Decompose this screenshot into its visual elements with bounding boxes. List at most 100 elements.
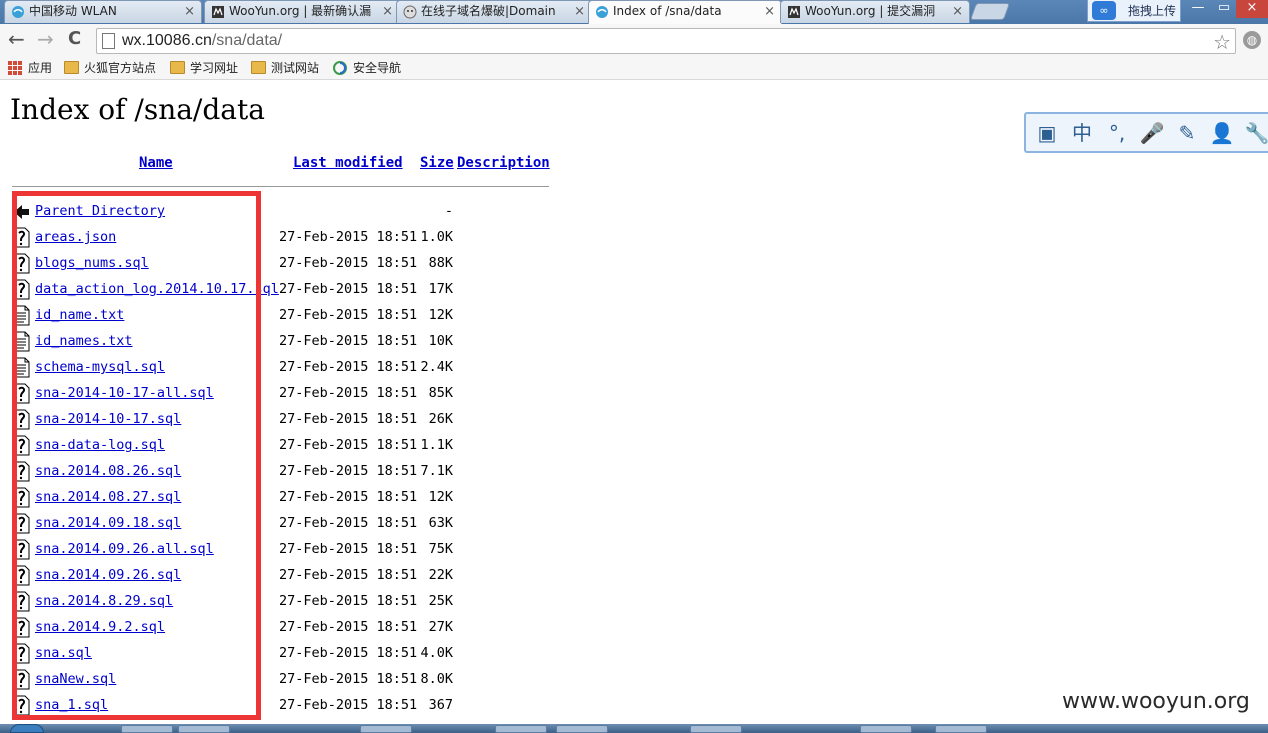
file-size: 7.1K [420, 463, 453, 479]
header-divider [12, 186, 549, 187]
folder-icon [251, 61, 266, 74]
tab-strip: 中国移动 WLAN × WooYun.org | 最新确认漏 × 在线子域名爆破… [0, 0, 1268, 24]
browser-toolbar: ← → C wx.10086.cn/sna/data/ ☆ ◍ [0, 24, 1268, 56]
file-size: 4.0K [420, 645, 453, 661]
bookmark-test-sites[interactable]: 测试网站 [251, 60, 319, 76]
cmcc-favicon-icon [595, 5, 609, 19]
taskbar-item[interactable] [860, 725, 912, 733]
tab-title: 中国移动 WLAN [29, 4, 117, 18]
bookmark-label: 安全导航 [353, 61, 402, 75]
wooyun-favicon-icon [211, 5, 225, 19]
start-button[interactable] [10, 724, 44, 733]
cmcc-favicon-icon [11, 5, 25, 19]
ime-toolbar: ▣ 中 °, 🎤 ✎ 👤 🔧 [1024, 112, 1268, 153]
file-size: 17K [428, 281, 453, 297]
bookmark-label: 学习网址 [190, 61, 239, 75]
tab-cmcc-wlan[interactable]: 中国移动 WLAN × [4, 0, 202, 23]
file-size: 75K [428, 541, 453, 557]
tools-icon[interactable]: 🔧 [1244, 120, 1268, 146]
file-size: - [444, 203, 453, 219]
bookmark-firefox-sites[interactable]: 火狐官方站点 [64, 60, 156, 76]
file-date: 27-Feb-2015 18:51 [279, 645, 418, 661]
taskbar-item[interactable] [690, 725, 742, 733]
column-header-name[interactable]: Name [139, 155, 173, 171]
file-date: 27-Feb-2015 18:51 [279, 593, 418, 609]
column-header-size[interactable]: Size [420, 155, 454, 171]
bookmark-study-sites[interactable]: 学习网址 [170, 60, 238, 76]
file-date: 27-Feb-2015 18:51 [279, 385, 418, 401]
page-title: Index of /sna/data [10, 93, 265, 126]
file-date: 27-Feb-2015 18:51 [279, 411, 418, 427]
taskbar-item[interactable] [360, 725, 412, 733]
file-size: 85K [428, 385, 453, 401]
file-date: 27-Feb-2015 18:51 [279, 255, 418, 271]
url-path: /sna/data/ [211, 32, 283, 49]
user-icon[interactable]: 👤 [1209, 120, 1235, 146]
cloud-upload-label: 拖拽上传 [1128, 4, 1177, 18]
file-date: 27-Feb-2015 18:51 [279, 671, 418, 687]
tab-title: WooYun.org | 提交漏洞 [805, 4, 936, 18]
swirl-icon [333, 61, 348, 75]
tab-title: WooYun.org | 最新确认漏 [229, 4, 372, 18]
bookmark-apps[interactable]: 应用 [8, 60, 52, 76]
bookmark-star-icon[interactable]: ☆ [1213, 30, 1231, 54]
file-size: 8.0K [420, 671, 453, 687]
tab-title: Index of /sna/data [613, 4, 722, 18]
file-size: 25K [428, 593, 453, 609]
tab-wooyun-confirmed[interactable]: WooYun.org | 最新确认漏 × [204, 0, 400, 23]
taskbar [0, 724, 1268, 733]
tab-wooyun-submit[interactable]: WooYun.org | 提交漏洞 × [780, 0, 970, 23]
tab-index-of-sna-data[interactable]: Index of /sna/data × [588, 0, 782, 24]
cloud-upload-button[interactable]: ∞ 拖拽上传 [1087, 0, 1181, 22]
tab-close-icon[interactable]: × [184, 1, 195, 22]
taskbar-item[interactable] [121, 725, 173, 733]
file-size: 63K [428, 515, 453, 531]
close-window-button[interactable]: × [1236, 0, 1268, 18]
taskbar-item[interactable] [935, 725, 987, 733]
globe-icon[interactable]: ◍ [1243, 31, 1261, 49]
file-size: 22K [428, 567, 453, 583]
file-size: 2.4K [420, 359, 453, 375]
watermark: www.wooyun.org [1062, 689, 1250, 714]
back-button[interactable]: ← [8, 28, 25, 50]
tab-close-icon[interactable]: × [574, 1, 585, 22]
url-text[interactable]: wx.10086.cn/sna/data/ [122, 32, 282, 50]
column-header-description[interactable]: Description [457, 155, 550, 171]
minimize-button[interactable]: — [1184, 0, 1212, 18]
new-tab-button[interactable] [969, 3, 1011, 20]
column-header-last-modified[interactable]: Last modified [293, 155, 403, 171]
file-date: 27-Feb-2015 18:51 [279, 541, 418, 557]
file-size: 88K [428, 255, 453, 271]
page-content: Index of /sna/data Name Last modified Si… [0, 81, 1268, 733]
tab-close-icon[interactable]: × [952, 1, 963, 22]
reload-button[interactable]: C [68, 28, 81, 50]
cloud-icon: ∞ [1092, 1, 1116, 20]
taskbar-item[interactable] [556, 725, 608, 733]
taskbar-item[interactable] [495, 725, 547, 733]
bookmark-security-nav[interactable]: 安全导航 [333, 60, 401, 76]
address-bar[interactable]: wx.10086.cn/sna/data/ ☆ [96, 28, 1236, 54]
highlight-box [12, 191, 261, 720]
file-size: 26K [428, 411, 453, 427]
chinese-mode-icon[interactable]: 中 [1069, 120, 1095, 146]
taskbar-item[interactable] [178, 725, 230, 733]
bookmarks-bar: 应用 火狐官方站点 学习网址 测试网站 安全导航 [0, 56, 1268, 80]
handwriting-icon[interactable]: ✎ [1174, 120, 1200, 146]
tab-close-icon[interactable]: × [764, 1, 775, 22]
forward-button[interactable]: → [37, 28, 54, 50]
tab-close-icon[interactable]: × [382, 1, 393, 22]
file-date: 27-Feb-2015 18:51 [279, 463, 418, 479]
folder-icon [64, 61, 79, 74]
bookmark-label: 测试网站 [271, 61, 320, 75]
file-date: 27-Feb-2015 18:51 [279, 229, 418, 245]
maximize-button[interactable]: ▭ [1210, 0, 1238, 18]
file-size: 10K [428, 333, 453, 349]
file-date: 27-Feb-2015 18:51 [279, 281, 418, 297]
microphone-icon[interactable]: 🎤 [1139, 120, 1165, 146]
tab-subdomain-bruteforce[interactable]: 在线子域名爆破|Domain × [396, 0, 592, 23]
ime-panel-icon[interactable]: ▣ [1034, 120, 1060, 146]
tab-title: 在线子域名爆破|Domain [421, 4, 556, 18]
file-size: 1.1K [420, 437, 453, 453]
punctuation-icon[interactable]: °, [1104, 120, 1130, 146]
file-date: 27-Feb-2015 18:51 [279, 437, 418, 453]
